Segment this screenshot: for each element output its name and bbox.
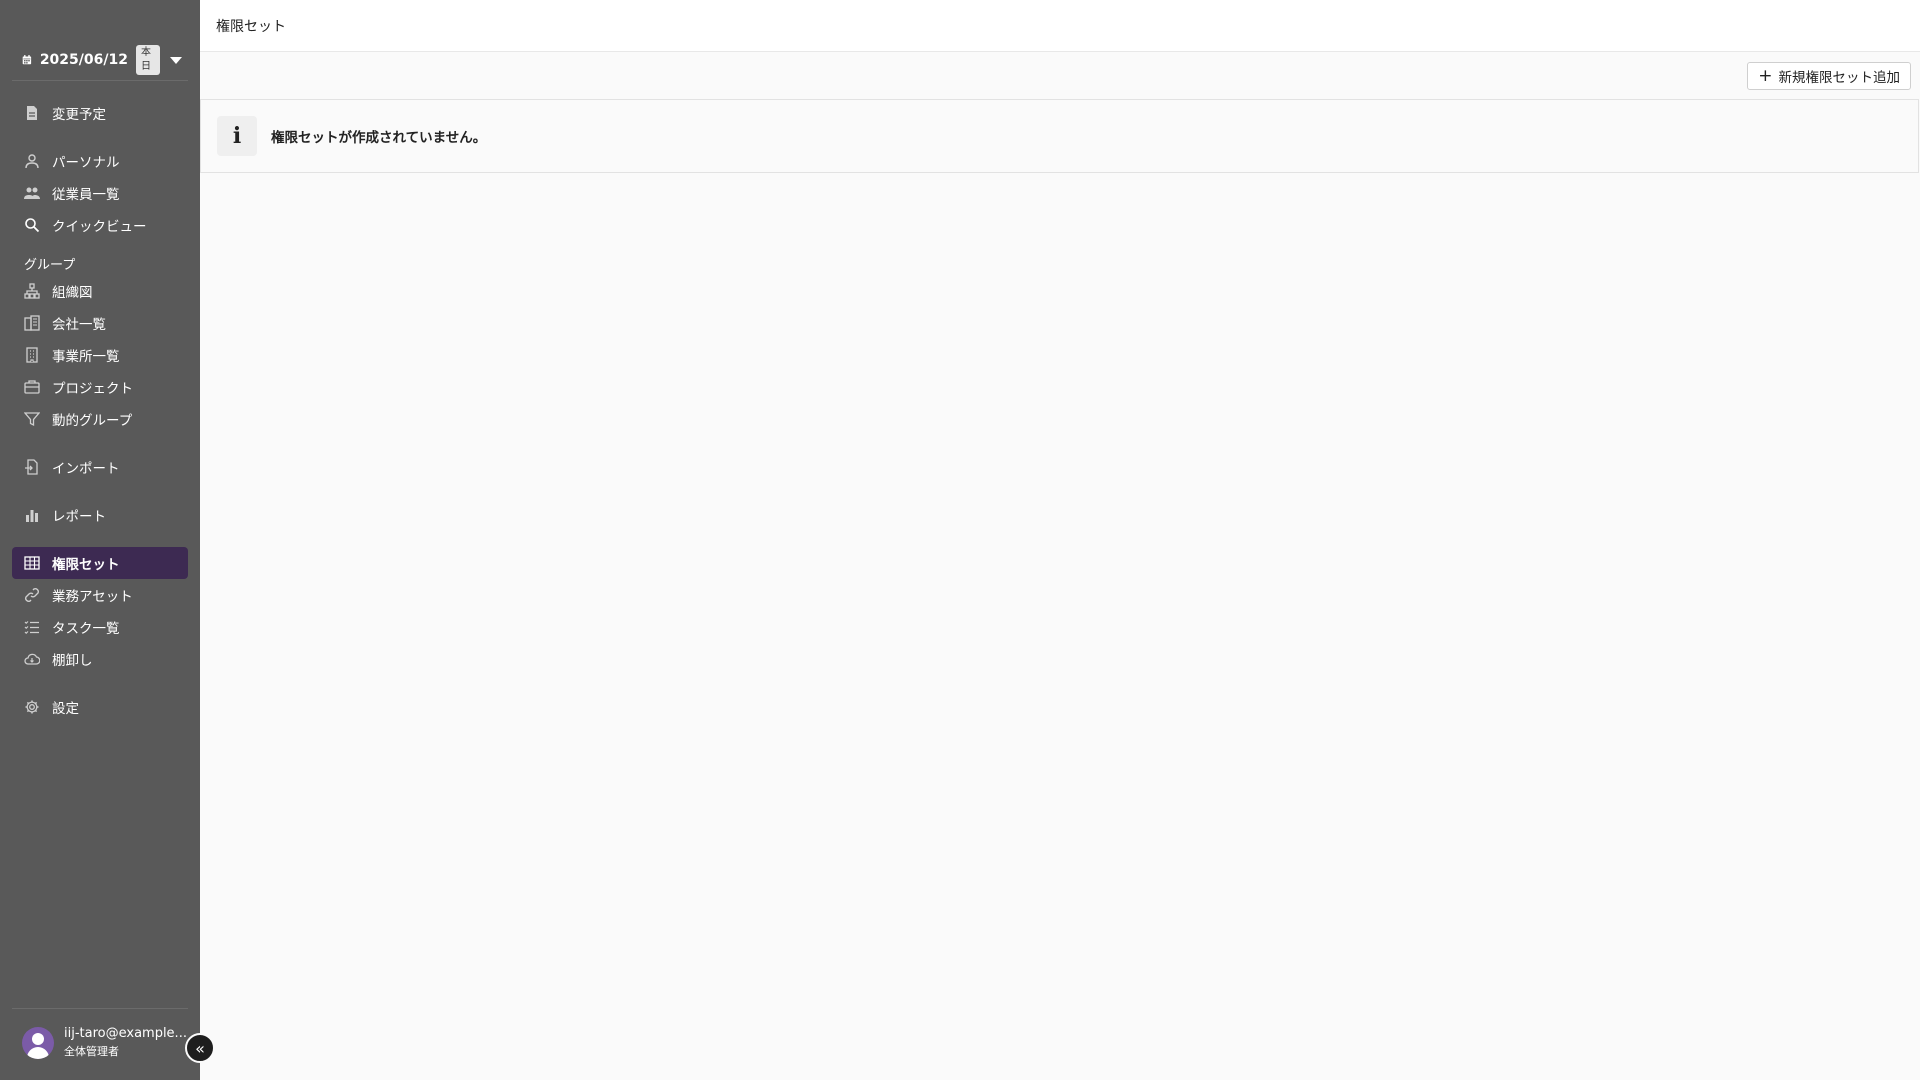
sidebar-item-companies[interactable]: 会社一覧 [12, 307, 188, 339]
empty-state-message: 権限セットが作成されていません。 [271, 130, 487, 146]
user-email: iij-taro@example... [64, 1026, 187, 1041]
task-list-icon [24, 621, 39, 635]
import-icon [25, 459, 38, 475]
sidebar-item-label: インポート [52, 461, 120, 477]
sidebar-item-permission-sets[interactable]: 権限セット [12, 547, 188, 579]
today-badge: 本日 [135, 45, 160, 75]
add-permission-set-label: 新規権限セット追加 [1778, 70, 1901, 86]
sidebar-item-dynamic-groups[interactable]: 動的グループ [12, 403, 188, 435]
sidebar-item-label: 業務アセット [52, 589, 133, 605]
user-role: 全体管理者 [64, 1045, 119, 1058]
sidebar-item-label: 従業員一覧 [52, 187, 120, 203]
plus-icon: + [1758, 65, 1773, 86]
company-icon [24, 315, 40, 331]
sidebar-item-label: 棚卸し [52, 653, 93, 669]
search-icon [25, 218, 40, 233]
sidebar-item-personal[interactable]: パーソナル [12, 145, 188, 177]
sidebar-item-label: 事業所一覧 [52, 349, 120, 365]
divider [12, 80, 188, 81]
gear-icon [25, 700, 39, 714]
double-chevron-left-icon: « [195, 1038, 205, 1058]
collapse-sidebar-button[interactable]: « [185, 1033, 215, 1063]
sidebar-item-label: パーソナル [52, 155, 120, 171]
person-icon [25, 154, 39, 169]
divider [12, 1008, 188, 1009]
briefcase-icon [24, 380, 40, 394]
sidebar-item-projects[interactable]: プロジェクト [12, 371, 188, 403]
grid-icon [24, 556, 40, 570]
cloud-icon [24, 653, 40, 665]
sidebar-item-label: レポート [52, 509, 106, 525]
sidebar-item-import[interactable]: インポート [12, 451, 188, 483]
avatar [22, 1026, 54, 1059]
sidebar: 2025/06/12 本日 変更予定 パーソナル 従業員一覧 クイックビュー グ… [0, 0, 200, 1080]
sidebar-item-employees[interactable]: 従業員一覧 [12, 177, 188, 209]
users-icon [24, 187, 40, 199]
sidebar-item-label: タスク一覧 [52, 621, 120, 637]
sidebar-item-quick-view[interactable]: クイックビュー [12, 209, 188, 241]
sidebar-item-label: 組織図 [52, 285, 93, 301]
sidebar-item-offices[interactable]: 事業所一覧 [12, 339, 188, 371]
org-chart-icon [24, 283, 40, 299]
section-label-group: グループ [24, 258, 76, 273]
user-menu[interactable]: iij-taro@example... 全体管理者 [22, 1026, 187, 1059]
sidebar-item-business-assets[interactable]: 業務アセット [12, 579, 188, 611]
header: 権限セット [200, 0, 1920, 52]
document-icon [27, 106, 37, 120]
sidebar-item-inventory[interactable]: 棚卸し [12, 643, 188, 675]
sidebar-item-label: 変更予定 [52, 107, 106, 123]
sidebar-item-label: 会社一覧 [52, 317, 106, 333]
building-icon [26, 347, 38, 363]
sidebar-item-label: 権限セット [52, 557, 120, 573]
chevron-down-icon [170, 56, 182, 64]
sidebar-item-label: クイックビュー [52, 219, 147, 235]
toolbar: + 新規権限セット追加 [200, 52, 1920, 100]
add-permission-set-button[interactable]: + 新規権限セット追加 [1747, 62, 1911, 90]
sidebar-item-scheduled-changes[interactable]: 変更予定 [12, 97, 188, 129]
sidebar-item-label: 動的グループ [52, 413, 133, 429]
sidebar-item-reports[interactable]: レポート [12, 499, 188, 531]
sidebar-item-org-chart[interactable]: 組織図 [12, 275, 188, 307]
filter-icon [24, 412, 40, 427]
calendar-icon [22, 55, 32, 65]
page-title: 権限セット [216, 19, 286, 35]
current-date: 2025/06/12 [39, 52, 128, 68]
bar-chart-icon [26, 510, 38, 522]
info-icon: i [217, 116, 257, 156]
main-content: 権限セット + 新規権限セット追加 i 権限セットが作成されていません。 [200, 0, 1920, 1080]
sidebar-item-tasks[interactable]: タスク一覧 [12, 611, 188, 643]
empty-state-notice: i 権限セットが作成されていません。 [200, 99, 1919, 173]
sidebar-item-settings[interactable]: 設定 [12, 691, 188, 723]
sidebar-item-label: プロジェクト [52, 381, 133, 397]
sidebar-item-label: 設定 [52, 701, 79, 717]
link-icon [25, 588, 39, 602]
date-selector[interactable]: 2025/06/12 本日 [22, 45, 182, 75]
